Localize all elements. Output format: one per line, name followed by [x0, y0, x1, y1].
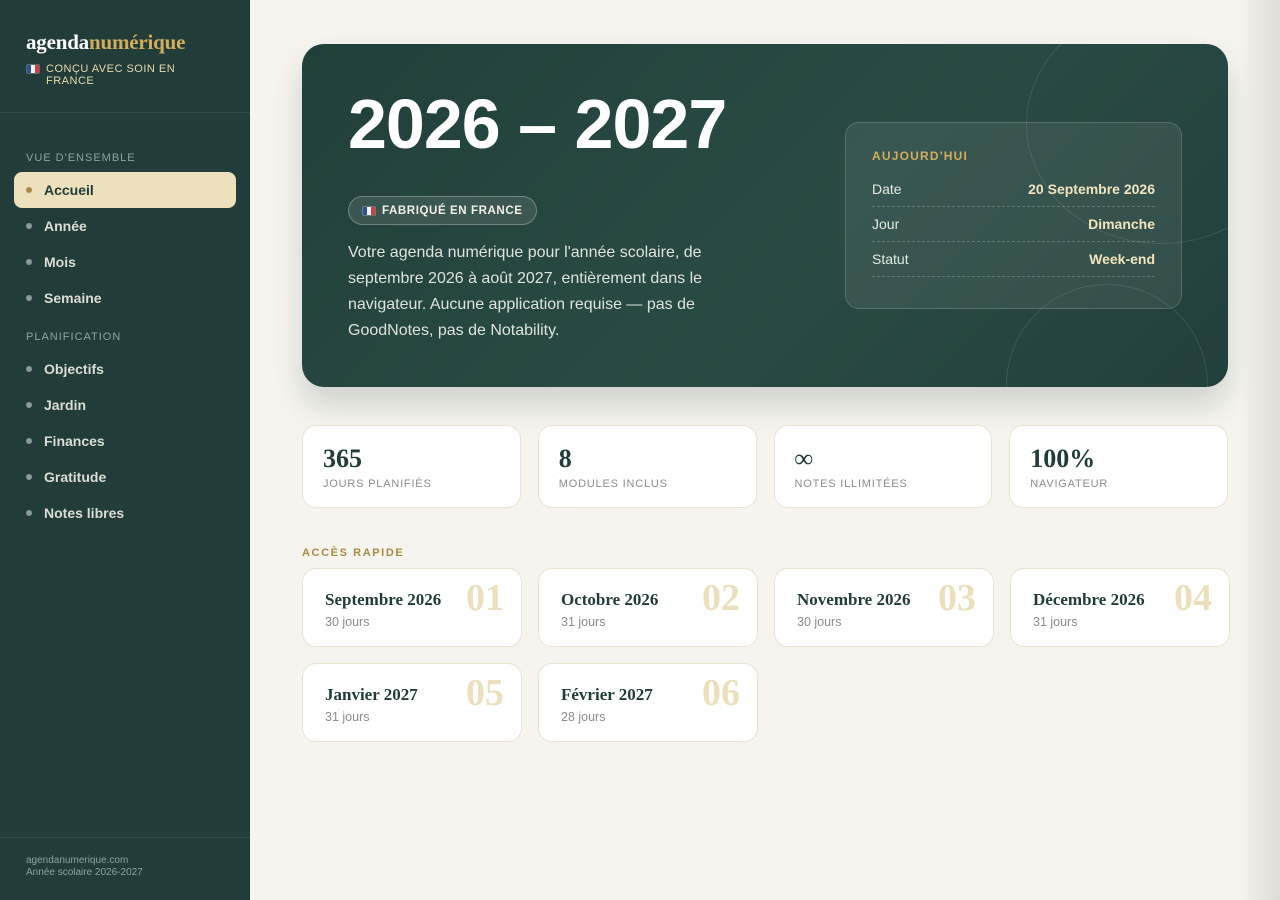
made-in-france-badge: FABRIQUÉ EN FRANCE [348, 196, 537, 225]
page-title: 2026 – 2027 [348, 85, 727, 163]
stat-card: 100% NAVIGATEUR [1009, 425, 1228, 508]
bullet-icon [26, 510, 32, 516]
stat-value: ∞ [794, 444, 814, 473]
bullet-icon [26, 259, 32, 265]
stat-card: 365 JOURS PLANIFIÉS [302, 425, 521, 508]
today-row-jour: Jour Dimanche [872, 207, 1155, 242]
sidebar-item-semaine[interactable]: Semaine [14, 280, 236, 316]
hero-description: Votre agenda numérique pour l'année scol… [348, 244, 703, 339]
sidebar-item-annee[interactable]: Année [14, 208, 236, 244]
today-row-statut: Statut Week-end [872, 242, 1155, 277]
nav-planning: Objectifs Jardin Finances Gratitude Note… [0, 351, 250, 531]
sidebar-footer: agendanumerique.com Année scolaire 2026-… [0, 837, 250, 900]
france-flag-icon [26, 64, 40, 74]
bullet-icon [26, 366, 32, 372]
quick-access-title: ACCÈS RAPIDE [302, 547, 405, 559]
nav-section-title: VUE D'ENSEMBLE [26, 152, 136, 164]
quick-access-grid: Septembre 2026 30 jours 01 Octobre 2026 31 … [302, 568, 1230, 742]
month-number: 02 [702, 577, 740, 619]
stat-card: ∞ NOTES ILLIMITÉES [773, 425, 993, 508]
bullet-icon [26, 295, 32, 301]
bullet-icon [26, 187, 32, 193]
sidebar-item-accueil[interactable]: Accueil [14, 172, 236, 208]
month-number: 05 [466, 672, 504, 714]
sidebar-item-mois[interactable]: Mois [14, 244, 236, 280]
stats-row: 365 JOURS PLANIFIÉS 8 MODULES INCLUS ∞ NOTE… [302, 425, 1228, 508]
nav-section-title: PLANIFICATION [26, 331, 122, 343]
month-card-octobre[interactable]: Octobre 2026 31 jours 02 [538, 568, 758, 647]
stat-label: NOTES ILLIMITÉES [794, 478, 908, 490]
sidebar-item-notes-libres[interactable]: Notes libres [14, 495, 236, 531]
today-row-date: Date 20 Septembre 2026 [872, 172, 1155, 207]
sidebar-item-finances[interactable]: Finances [14, 423, 236, 459]
edge-shadow [1240, 0, 1280, 900]
sidebar-item-objectifs[interactable]: Objectifs [14, 351, 236, 387]
month-card-novembre[interactable]: Novembre 2026 30 jours 03 [774, 568, 994, 647]
brand: agendanumérique CONÇU AVEC SOIN EN FRANC… [0, 0, 250, 113]
month-number: 04 [1174, 577, 1212, 619]
stat-card: 8 MODULES INCLUS [537, 425, 757, 508]
sidebar-item-gratitude[interactable]: Gratitude [14, 459, 236, 495]
month-number: 06 [702, 672, 740, 714]
brand-tagline: CONÇU AVEC SOIN EN FRANCE [26, 63, 224, 87]
bullet-icon [26, 402, 32, 408]
month-number: 03 [938, 577, 976, 619]
today-title: AUJOURD'HUI [872, 149, 969, 163]
bullet-icon [26, 223, 32, 229]
school-year-label: Année scolaire 2026-2027 [26, 867, 143, 878]
stat-label: NAVIGATEUR [1030, 478, 1109, 490]
france-flag-icon [362, 205, 376, 216]
stat-value: 100% [1030, 444, 1096, 473]
month-card-septembre[interactable]: Septembre 2026 30 jours 01 [302, 568, 522, 647]
today-panel: AUJOURD'HUI Date 20 Septembre 2026 Jour Di… [845, 122, 1182, 309]
bullet-icon [26, 474, 32, 480]
sidebar: agendanumérique CONÇU AVEC SOIN EN FRANC… [0, 0, 250, 900]
month-card-janvier[interactable]: Janvier 2027 31 jours 05 [302, 663, 522, 742]
nav-overview: Accueil Année Mois Semaine [0, 172, 250, 316]
month-card-decembre[interactable]: Décembre 2026 31 jours 04 [1010, 568, 1230, 647]
month-card-fevrier[interactable]: Février 2027 28 jours 06 [538, 663, 758, 742]
bullet-icon [26, 438, 32, 444]
logo[interactable]: agendanumérique [26, 30, 224, 55]
site-url: agendanumerique.com [26, 855, 129, 866]
stat-value: 8 [558, 444, 572, 473]
month-number: 01 [466, 577, 504, 619]
sidebar-item-jardin[interactable]: Jardin [14, 387, 236, 423]
hero-card: 2026 – 2027 FABRIQUÉ EN FRANCE Votre age… [302, 44, 1228, 387]
stat-value: 365 [323, 444, 362, 473]
stat-label: JOURS PLANIFIÉS [323, 478, 432, 490]
stat-label: MODULES INCLUS [558, 478, 668, 490]
